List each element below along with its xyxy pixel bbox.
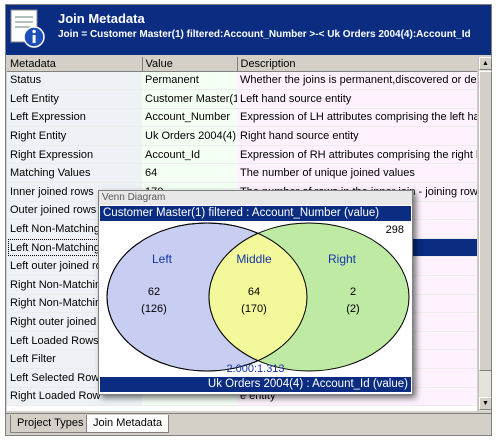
tab-join-metadata[interactable]: Join Metadata (86, 415, 170, 433)
venn-left-values: 62 (148, 286, 160, 298)
tab-project-types[interactable]: Project Types (10, 415, 91, 433)
arrow-up-icon[interactable]: ▲ (479, 57, 492, 70)
cell-description[interactable]: Whether the joins is permanent,discovere… (237, 71, 477, 91)
panel-title: Join Metadata (58, 11, 145, 26)
scrollbar-thumb[interactable] (479, 71, 492, 371)
table-row[interactable]: Matching Values 64 The number of unique jo… (7, 163, 477, 184)
cell-metadata[interactable]: Left Expression (7, 108, 142, 128)
cell-metadata[interactable]: Right Expression (7, 145, 142, 165)
table-row[interactable]: Status Permanent Whether the joins is perm… (7, 71, 477, 91)
venn-left-rows: (126) (141, 303, 167, 315)
column-header-value[interactable]: Value (142, 57, 238, 72)
venn-canvas: Left 62 (126) Middle 64 (170) Right 2 (2… (106, 222, 410, 372)
cell-value[interactable]: Account_Number (142, 108, 237, 128)
venn-middle-rows: (170) (241, 303, 267, 315)
venn-left-entity: Customer Master(1) filtered : Account_Nu… (100, 206, 411, 221)
venn-window-title[interactable]: Venn Diagram (99, 191, 412, 205)
cell-description[interactable]: Expression of RH attributes comprising t… (237, 145, 477, 165)
table-row[interactable]: Right Expression Account_Id Expression of … (7, 145, 477, 165)
grid-header-row: Metadata Value Description (7, 57, 477, 72)
panel-header: Join Metadata Join = Customer Master(1) … (6, 5, 491, 55)
cell-value[interactable]: Permanent (142, 71, 237, 91)
cell-value[interactable]: Customer Master(1) (142, 89, 237, 109)
cell-metadata[interactable]: Left Entity (7, 89, 142, 109)
join-expression: Join = Customer Master(1) filtered:Accou… (58, 29, 471, 40)
venn-right-label: Right (328, 252, 357, 266)
cell-description[interactable]: Expression of LH attributes comprising t… (237, 108, 477, 128)
table-row[interactable]: Right Entity Uk Orders 2004(4) Right hand … (7, 126, 477, 146)
venn-middle-values: 64 (248, 286, 260, 298)
column-header-description[interactable]: Description (237, 57, 477, 72)
arrow-down-icon[interactable]: ▼ (479, 397, 492, 410)
column-header-metadata[interactable]: Metadata (7, 57, 143, 72)
cell-value[interactable]: Uk Orders 2004(4) (142, 126, 237, 146)
cell-metadata[interactable]: Matching Values (7, 163, 142, 184)
cell-description[interactable]: The number of unique joined values (237, 163, 477, 184)
venn-right-entity: Uk Orders 2004(4) : Account_Id (value) (100, 377, 411, 392)
tab-bar: Project Types Join Metadata (6, 413, 491, 435)
cell-metadata[interactable]: Status (7, 71, 142, 91)
venn-left-label: Left (152, 252, 173, 266)
venn-middle-label: Middle (236, 252, 272, 266)
info-icon (10, 9, 45, 48)
cell-value[interactable]: Account_Id (142, 145, 237, 165)
cell-value[interactable]: 64 (142, 163, 237, 184)
venn-right-values: 2 (350, 286, 356, 298)
venn-right-rows: (2) (346, 303, 359, 315)
cell-description[interactable]: Right hand source entity (237, 126, 477, 146)
cell-description[interactable]: Left hand source entity (237, 89, 477, 109)
cell-metadata[interactable]: Right Entity (7, 126, 142, 146)
venn-diagram-window[interactable]: Venn Diagram Customer Master(1) filtered… (98, 190, 413, 395)
vertical-scrollbar[interactable]: ▲ ▼ (478, 57, 492, 411)
venn-ratio: 2.000:1.313 (226, 363, 285, 375)
table-row[interactable]: Left Entity Customer Master(1) Left hand s… (7, 89, 477, 109)
table-row[interactable]: Left Expression Account_Number Expression … (7, 108, 477, 128)
